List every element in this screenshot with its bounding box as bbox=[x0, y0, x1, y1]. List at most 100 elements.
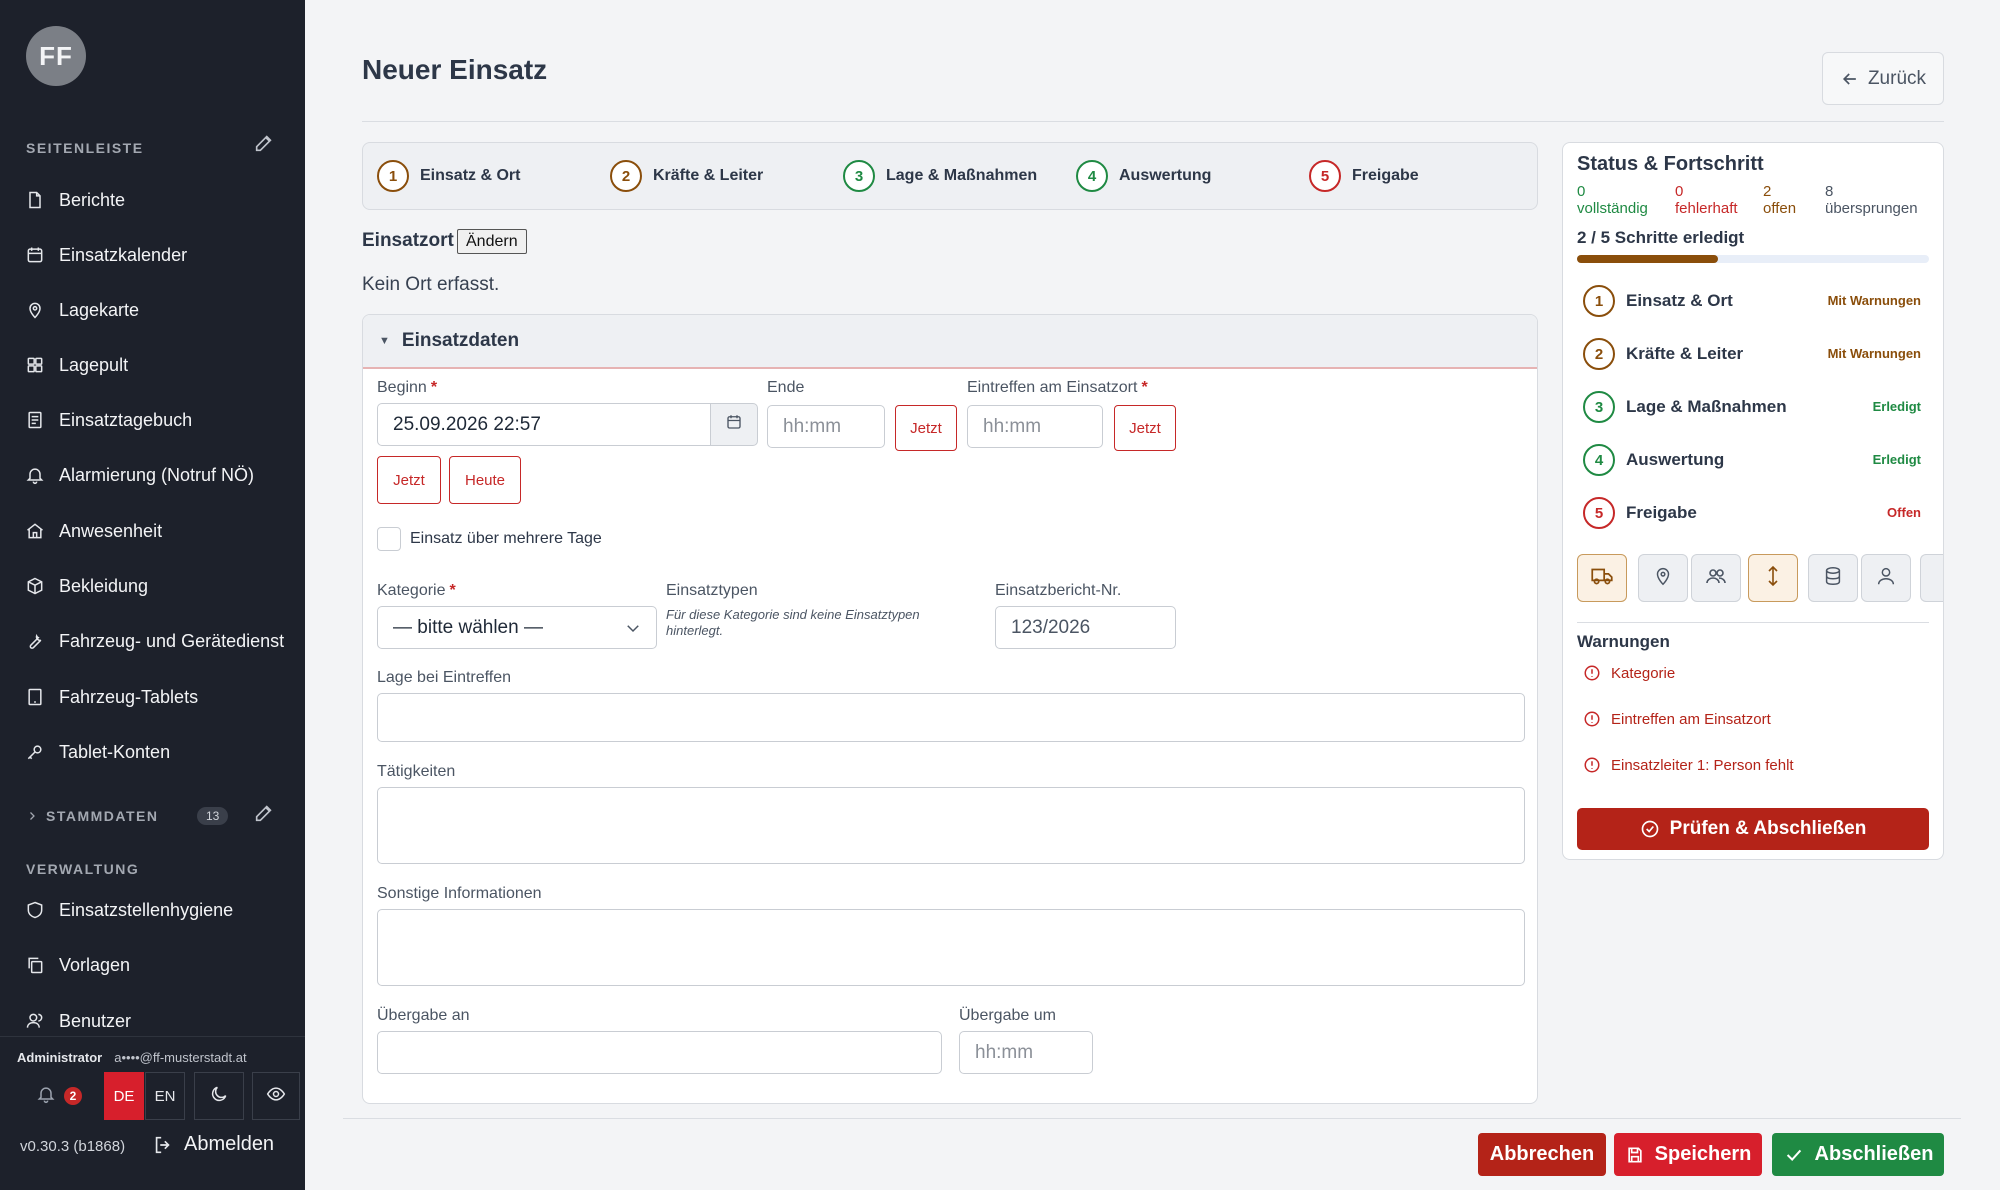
status-row-kraefte-leiter[interactable]: 2 Kräfte & Leiter bbox=[1583, 338, 1743, 370]
step-einsatz-ort[interactable]: 1 Einsatz & Ort bbox=[377, 160, 520, 192]
view-toggle-button[interactable] bbox=[252, 1072, 300, 1120]
cancel-button[interactable]: Abbrechen bbox=[1478, 1133, 1606, 1176]
step-freigabe[interactable]: 5 Freigabe bbox=[1309, 160, 1419, 192]
count-label: übersprungen bbox=[1825, 200, 1918, 217]
calendar-picker-button[interactable] bbox=[710, 403, 758, 446]
uebergabe-um-label: Übergabe um bbox=[959, 1007, 1056, 1024]
status-row-lage-massnahmen[interactable]: 3 Lage & Maßnahmen bbox=[1583, 391, 1787, 423]
finish-button[interactable]: Abschließen bbox=[1772, 1133, 1944, 1176]
status-divider bbox=[1577, 622, 1929, 623]
pencil-icon[interactable] bbox=[253, 132, 275, 154]
map-pin-icon bbox=[24, 299, 46, 321]
chevron-down-icon bbox=[624, 619, 642, 643]
sidebar-item-lagepult[interactable]: Lagepult bbox=[0, 343, 305, 387]
eintreffen-label-text: Eintreffen am Einsatzort bbox=[967, 379, 1138, 396]
sidebar-item-label: Lagekarte bbox=[59, 299, 140, 320]
pencil-icon[interactable] bbox=[253, 802, 275, 824]
step-kraefte-leiter[interactable]: 2 Kräfte & Leiter bbox=[610, 160, 763, 192]
vehicle-shortcut-button[interactable] bbox=[1577, 554, 1627, 602]
uebergabe-um-input[interactable]: hh:mm bbox=[959, 1031, 1093, 1074]
sidebar-item-alarmierung[interactable]: Alarmierung (Notruf NÖ) bbox=[0, 453, 305, 497]
einsatztypen-note: Für diese Kategorie sind keine Einsatzty… bbox=[666, 607, 920, 638]
step-lage-massnahmen[interactable]: 3 Lage & Maßnahmen bbox=[843, 160, 1037, 192]
sidebar-item-anwesenheit[interactable]: Anwesenheit bbox=[0, 509, 305, 553]
multi-day-checkbox[interactable] bbox=[377, 527, 401, 551]
step-label: Kräfte & Leiter bbox=[653, 167, 764, 184]
change-location-button[interactable]: Ändern bbox=[457, 229, 527, 254]
warning-item[interactable]: Eintreffen am Einsatzort bbox=[1583, 710, 1771, 728]
warning-item[interactable]: Kategorie bbox=[1583, 664, 1675, 682]
sidebar-item-bekleidung[interactable]: Bekleidung bbox=[0, 564, 305, 608]
sonstige-textarea[interactable] bbox=[377, 909, 1525, 986]
bericht-nr-input[interactable]: 123/2026 bbox=[995, 606, 1176, 649]
notifications-button[interactable]: 2 bbox=[16, 1072, 102, 1120]
expand-shortcut-button[interactable] bbox=[1748, 554, 1798, 602]
back-button[interactable]: Zurück bbox=[1822, 52, 1944, 105]
uebergabe-an-input[interactable] bbox=[377, 1031, 942, 1074]
lang-en-button[interactable]: EN bbox=[145, 1072, 185, 1120]
step-number: 1 bbox=[377, 160, 409, 192]
sidebar-item-tablet-konten[interactable]: Tablet-Konten bbox=[0, 730, 305, 774]
sidebar-item-einsatztagebuch[interactable]: Einsatztagebuch bbox=[0, 398, 305, 442]
logout-button[interactable]: Abmelden bbox=[152, 1133, 274, 1156]
save-button[interactable]: Speichern bbox=[1614, 1133, 1762, 1176]
status-row-auswertung[interactable]: 4 Auswertung bbox=[1583, 444, 1724, 476]
calendar-icon bbox=[725, 413, 743, 437]
step-auswertung[interactable]: 4 Auswertung bbox=[1076, 160, 1211, 192]
taetigkeiten-label: Tätigkeiten bbox=[377, 763, 456, 780]
status-row-label: Kräfte & Leiter bbox=[1626, 344, 1744, 363]
count-number: 0 bbox=[1577, 183, 1586, 200]
ende-jetzt-button[interactable]: Jetzt bbox=[895, 405, 957, 451]
beginn-input[interactable]: 25.09.2026 22:57 bbox=[377, 403, 711, 446]
status-panel: Status & Fortschritt 0 vollständig 0 fehle… bbox=[1562, 142, 1944, 860]
sidebar-item-vorlagen[interactable]: Vorlagen bbox=[0, 943, 305, 987]
uebergabe-an-label: Übergabe an bbox=[377, 1007, 470, 1024]
sidebar-item-lagekarte[interactable]: Lagekarte bbox=[0, 288, 305, 332]
kategorie-select[interactable]: — bitte wählen — bbox=[377, 606, 657, 649]
check-and-finish-label: Prüfen & Abschließen bbox=[1669, 818, 1867, 839]
step-number: 4 bbox=[1583, 444, 1615, 476]
logout-icon bbox=[152, 1134, 174, 1156]
warning-item[interactable]: Einsatzleiter 1: Person fehlt bbox=[1583, 756, 1794, 774]
eintreffen-jetzt-button[interactable]: Jetzt bbox=[1114, 405, 1176, 451]
taetigkeiten-textarea[interactable] bbox=[377, 787, 1525, 864]
location-shortcut-button[interactable] bbox=[1638, 554, 1688, 602]
beginn-heute-button[interactable]: Heute bbox=[449, 456, 521, 504]
page-title: Neuer Einsatz bbox=[362, 54, 548, 85]
eintreffen-input[interactable]: hh:mm bbox=[967, 405, 1103, 448]
header-divider bbox=[362, 121, 1944, 122]
progress-bar bbox=[1577, 255, 1929, 263]
team-shortcut-button[interactable] bbox=[1691, 554, 1741, 602]
house-icon bbox=[24, 520, 46, 542]
warnings-title: Warnungen bbox=[1577, 632, 1670, 651]
sidebar-item-berichte[interactable]: Berichte bbox=[0, 178, 305, 222]
einsatzdaten-header[interactable]: ▼ Einsatzdaten bbox=[363, 315, 1537, 369]
step-number: 1 bbox=[1583, 285, 1615, 317]
more-shortcuts-button[interactable] bbox=[1920, 554, 1943, 602]
bell-icon bbox=[36, 1084, 56, 1108]
database-shortcut-button[interactable] bbox=[1808, 554, 1858, 602]
arrows-vertical-icon bbox=[1761, 564, 1785, 593]
ende-input[interactable]: hh:mm bbox=[767, 405, 885, 448]
status-row-freigabe[interactable]: 5 Freigabe bbox=[1583, 497, 1697, 529]
avatar[interactable]: FF bbox=[26, 26, 86, 86]
sidebar-item-einsatzkalender[interactable]: Einsatzkalender bbox=[0, 233, 305, 277]
sidebar-item-label: Einsatzkalender bbox=[59, 244, 188, 265]
person-shortcut-button[interactable] bbox=[1861, 554, 1911, 602]
notification-count-badge: 2 bbox=[64, 1087, 82, 1105]
check-and-finish-button[interactable]: Prüfen & Abschließen bbox=[1577, 808, 1929, 850]
sidebar-item-fahrzeug-tablets[interactable]: Fahrzeug-Tablets bbox=[0, 675, 305, 719]
status-row-einsatz-ort[interactable]: 1 Einsatz & Ort bbox=[1583, 285, 1733, 317]
lage-input[interactable] bbox=[377, 693, 1525, 742]
bericht-nr-label: Einsatzbericht-Nr. bbox=[995, 582, 1122, 599]
alert-circle-icon bbox=[1584, 665, 1600, 681]
sidebar-item-einsatzstellenhygiene[interactable]: Einsatzstellenhygiene bbox=[0, 888, 305, 932]
dark-mode-toggle[interactable] bbox=[194, 1072, 244, 1120]
copy-icon bbox=[24, 954, 46, 976]
sidebar-item-fahrzeugdienst[interactable]: Fahrzeug- und Gerätedienst bbox=[0, 619, 305, 663]
lage-label: Lage bei Eintreffen bbox=[377, 669, 512, 686]
step-label: Freigabe bbox=[1352, 167, 1419, 184]
beginn-jetzt-button[interactable]: Jetzt bbox=[377, 456, 441, 504]
count-vollstaendig: 0 vollständig bbox=[1577, 183, 1648, 217]
lang-de-button[interactable]: DE bbox=[104, 1072, 144, 1120]
